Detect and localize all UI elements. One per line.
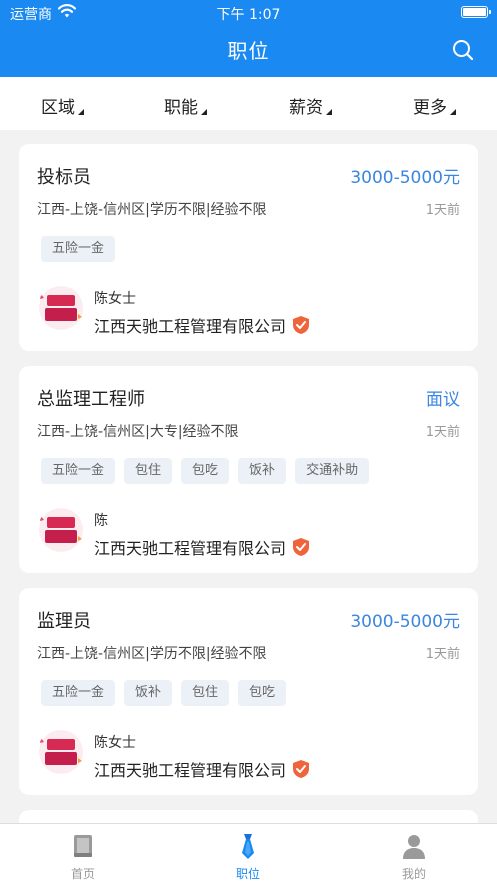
company-name: 江西天驰工程管理有限公司 <box>94 539 287 558</box>
benefit-tag: 包吃 <box>181 458 230 484</box>
tab-label: 我的 <box>401 867 426 881</box>
job-title: 投标员 <box>37 167 91 188</box>
benefit-tag: 包住 <box>124 458 173 484</box>
posted-time: 1天前 <box>425 203 460 218</box>
search-icon[interactable] <box>451 38 475 62</box>
job-title: 总监理工程师 <box>37 389 145 410</box>
user-icon <box>403 835 425 859</box>
job-salary: 面议 <box>426 390 460 410</box>
benefit-tag: 饭补 <box>124 680 173 706</box>
benefit-tags: 五险一金 饭补 包住 包吃 <box>41 680 295 706</box>
company-name: 江西天驰工程管理有限公司 <box>94 761 287 780</box>
posted-time: 1天前 <box>425 647 460 662</box>
job-meta: 江西-上饶-信州区|大专|经验不限 <box>37 424 239 440</box>
filter-more[interactable]: 更多 <box>413 93 456 118</box>
job-card[interactable]: 投标员 3000-5000元 江西-上饶-信州区|学历不限|经验不限 1天前 五… <box>19 144 478 351</box>
tab-jobs[interactable]: 职位 <box>198 824 298 883</box>
benefit-tag: 饭补 <box>238 458 287 484</box>
company-name: 江西天驰工程管理有限公司 <box>94 317 287 336</box>
job-meta: 江西-上饶-信州区|学历不限|经验不限 <box>37 202 267 218</box>
benefit-tag: 包住 <box>181 680 230 706</box>
job-salary: 3000-5000元 <box>350 168 460 188</box>
tab-label: 职位 <box>235 867 260 881</box>
contact-name: 陈女士 <box>94 291 136 307</box>
benefit-tags: 五险一金 <box>41 236 124 262</box>
benefit-tag: 交通补助 <box>295 458 370 484</box>
company-logo-icon <box>39 286 83 330</box>
caret-down-icon <box>201 109 207 115</box>
benefit-tag: 五险一金 <box>41 458 116 484</box>
filter-bar: 区域 职能 薪资 更多 <box>0 77 497 130</box>
contact-name: 陈女士 <box>94 735 136 751</box>
caret-down-icon <box>450 109 456 115</box>
job-card[interactable]: 总监理工程师 面议 江西-上饶-信州区|大专|经验不限 1天前 五险一金 包住 … <box>19 366 478 573</box>
filter-region[interactable]: 区域 <box>41 93 84 118</box>
job-title: 监理员 <box>37 611 91 632</box>
necktie-icon <box>242 834 254 859</box>
posted-time: 1天前 <box>425 425 460 440</box>
filter-salary[interactable]: 薪资 <box>289 93 332 118</box>
filter-label: 薪资 <box>289 98 323 118</box>
filter-label: 更多 <box>413 98 447 118</box>
battery-icon <box>461 6 491 18</box>
company-row: 江西天驰工程管理有限公司 <box>94 757 310 781</box>
company-logo-icon <box>39 508 83 552</box>
tab-bar: 首页 职位 我的 <box>0 823 497 883</box>
status-time: 下午 1:07 <box>216 7 281 23</box>
company-row: 江西天驰工程管理有限公司 <box>94 535 310 559</box>
tab-mine[interactable]: 我的 <box>364 824 464 883</box>
job-meta: 江西-上饶-信州区|学历不限|经验不限 <box>37 646 267 662</box>
company-row: 江西天驰工程管理有限公司 <box>94 313 310 337</box>
book-icon <box>74 835 92 857</box>
job-salary: 3000-5000元 <box>350 612 460 632</box>
page-title: 职位 <box>227 39 270 63</box>
status-bar: 运营商 下午 1:07 <box>0 0 497 26</box>
contact-name: 陈 <box>94 513 108 529</box>
caret-down-icon <box>326 109 332 115</box>
benefit-tag: 包吃 <box>238 680 287 706</box>
caret-down-icon <box>78 109 84 115</box>
filter-label: 区域 <box>41 98 75 118</box>
verified-shield-icon <box>293 538 310 556</box>
benefit-tag: 五险一金 <box>41 680 116 706</box>
filter-label: 职能 <box>164 98 198 118</box>
verified-shield-icon <box>293 316 310 334</box>
company-logo-icon <box>39 730 83 774</box>
benefit-tag: 五险一金 <box>41 236 116 262</box>
filter-function[interactable]: 职能 <box>164 93 207 118</box>
top-bar: 运营商 下午 1:07 职位 <box>0 0 497 77</box>
verified-shield-icon <box>293 760 310 778</box>
job-card[interactable]: 监理员 3000-5000元 江西-上饶-信州区|学历不限|经验不限 1天前 五… <box>19 588 478 795</box>
benefit-tags: 五险一金 包住 包吃 饭补 交通补助 <box>41 458 378 484</box>
tab-label: 首页 <box>70 867 95 881</box>
tab-home[interactable]: 首页 <box>33 824 133 883</box>
